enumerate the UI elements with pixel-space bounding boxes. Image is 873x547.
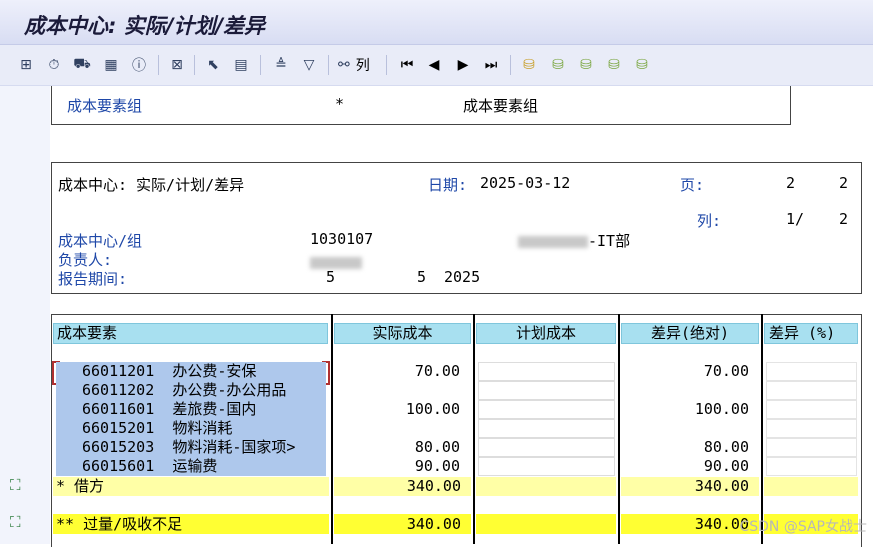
total-plan [476, 514, 616, 534]
row-plan [478, 381, 615, 400]
row-plan [478, 400, 615, 419]
row-code-name[interactable]: 66011201 办公费-安保 [56, 362, 326, 381]
subtotal-diff: 340.00 [621, 477, 759, 496]
row-plan [478, 419, 615, 438]
row-pct [766, 400, 857, 419]
period-to: 5 [417, 268, 427, 286]
row-diff: 70.00 [703, 362, 749, 380]
responsible-label: 负责人: [58, 251, 113, 269]
report-info-box: 列: 1/ 2 成本中心/组 1030107 -IT部 负责人: 报告期间: 5… [51, 200, 862, 294]
info-icon[interactable]: ⓘ [129, 55, 149, 75]
total-label: ** 过量/吸收不足 [53, 514, 329, 534]
excel-export-icon[interactable]: ⊠ [167, 55, 187, 75]
row-pct [766, 381, 857, 400]
watermark: CSDN @SAP女战士 [739, 519, 867, 535]
report-title: 成本中心: 实际/计划/差异 [58, 176, 245, 194]
last-page-icon[interactable]: ⏭ [481, 55, 501, 75]
row-plan [478, 362, 615, 381]
node-icon-1[interactable]: ⛁ [519, 55, 539, 75]
row-pct [766, 457, 857, 476]
element-group-box: 成本要素组 * 成本要素组 [51, 86, 791, 125]
responsible-value-redacted [310, 252, 362, 271]
period-from: 5 [326, 268, 336, 286]
header-diff-pct[interactable]: 差异 (%) [764, 323, 858, 344]
report-header-box: 成本中心: 实际/计划/差异 日期: 2025-03-12 页: 2 2 [51, 162, 862, 202]
row-diff: 80.00 [703, 438, 749, 456]
row-plan [478, 457, 615, 476]
row-code-name[interactable]: 66015601 运输费 [56, 457, 326, 476]
element-group-star: * [335, 95, 345, 113]
subtotal-actual: 340.00 [334, 477, 471, 496]
row-actual: 100.00 [405, 400, 460, 418]
date-label: 日期: [428, 176, 468, 194]
row-diff: 100.00 [694, 400, 749, 418]
row-plan [478, 438, 615, 457]
sort-asc-icon[interactable]: ≜ [271, 55, 291, 75]
total-actual: 340.00 [334, 514, 471, 534]
toolbar: ⊞ ⏱ ⛟ ▦ ⓘ ⊠ ⬉ ▤ ≜ ▽ ⚯ 列 ⏮ ◀ ▶ ⏭ ⛁ ⛁ ⛁ ⛁ … [0, 45, 873, 86]
row-pct [766, 419, 857, 438]
row-code-name[interactable]: 66011202 办公费-办公用品 [56, 381, 326, 400]
expand-node-icon[interactable]: ⛶ [10, 476, 30, 496]
node-icon-2[interactable]: ⛁ [548, 55, 568, 75]
row-code-name[interactable]: 66011601 差旅费-国内 [56, 400, 326, 419]
period-year: 2025 [444, 268, 481, 286]
col-divider-3 [618, 314, 620, 544]
first-page-icon[interactable]: ⏮ [397, 55, 417, 75]
cost-center-label: 成本中心/组 [58, 232, 143, 250]
column-label: 列 [355, 58, 370, 74]
header-plan[interactable]: 计划成本 [476, 323, 616, 344]
col-divider-2 [473, 314, 475, 544]
row-pct [766, 362, 857, 381]
header-diff-abs[interactable]: 差异(绝对) [621, 323, 759, 344]
window-title: 成本中心: 实际/计划/差异 [24, 14, 266, 38]
row-diff: 90.00 [703, 457, 749, 475]
header-actual[interactable]: 实际成本 [334, 323, 471, 344]
cost-center-desc: -IT部 [518, 230, 630, 251]
period-label: 报告期间: [58, 270, 128, 288]
column-label-2: 列: [697, 212, 722, 230]
page-total: 2 [839, 174, 849, 192]
layout-icon[interactable]: ▤ [231, 55, 251, 75]
subtotal-label: * 借方 [53, 477, 329, 496]
subtotal-plan [476, 477, 616, 496]
node-icon-3[interactable]: ⛁ [576, 55, 596, 75]
binoculars-icon: ⚯ [338, 57, 350, 73]
title-bar: 成本中心: 实际/计划/差异 [0, 0, 873, 45]
prev-page-icon[interactable]: ◀ [424, 55, 444, 75]
expand-node-icon[interactable]: ⛶ [10, 513, 30, 533]
element-group-value: 成本要素组 [463, 97, 539, 115]
total-diff: 340.00 [621, 514, 759, 534]
node-icon-4[interactable]: ⛁ [604, 55, 624, 75]
cart-icon[interactable]: ⛟ [72, 55, 92, 75]
stopwatch-icon[interactable]: ⏱ [44, 55, 64, 75]
row-actual: 80.00 [414, 438, 460, 456]
column-value: 1/ [786, 210, 805, 228]
select-icon[interactable]: ⬉ [203, 55, 223, 75]
page-current: 2 [786, 174, 796, 192]
col-divider-4 [761, 314, 763, 544]
hierarchy-icon[interactable]: ⊞ [16, 55, 36, 75]
row-pct [766, 438, 857, 457]
row-actual: 70.00 [334, 362, 470, 381]
subtotal-pct [764, 477, 858, 496]
column-total: 2 [839, 210, 849, 228]
cost-center-value: 1030107 [310, 230, 374, 248]
date-value: 2025-03-12 [480, 174, 571, 192]
row-code-name[interactable]: 66015201 物料消耗 [56, 419, 326, 438]
grid-icon[interactable]: ▦ [101, 55, 121, 75]
header-cost-element[interactable]: 成本要素 [53, 323, 328, 344]
row-actual: 90.00 [414, 457, 460, 475]
filter-icon[interactable]: ▽ [299, 55, 319, 75]
node-icon-5[interactable]: ⛁ [632, 55, 652, 75]
element-group-label: 成本要素组 [67, 97, 143, 115]
find-button[interactable]: ⚯ 列 [338, 55, 378, 75]
row-code-name[interactable]: 66015203 物料消耗-国家项> [56, 438, 326, 457]
col-divider-1 [331, 314, 333, 544]
page-label: 页: [680, 176, 705, 194]
next-page-icon[interactable]: ▶ [453, 55, 473, 75]
